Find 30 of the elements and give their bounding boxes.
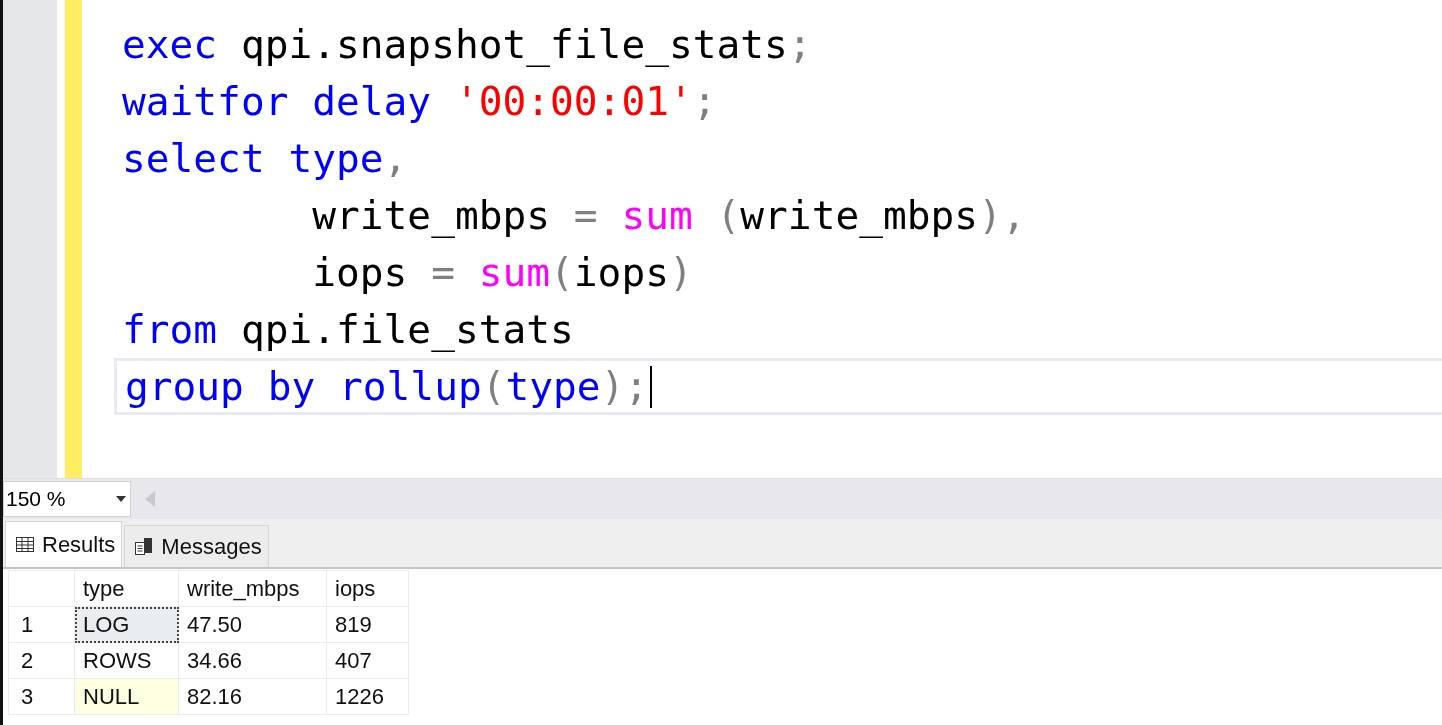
results-tab[interactable]: Results <box>5 521 123 567</box>
column-header[interactable]: write_mbps <box>178 570 327 607</box>
table-cell: 819 <box>326 606 409 643</box>
messages-tab[interactable]: Messages <box>124 525 269 567</box>
document-icon <box>135 538 154 555</box>
table-cell: LOG <box>74 606 179 643</box>
table-cell: ROWS <box>74 642 179 679</box>
table-cell: 47.50 <box>178 606 327 643</box>
grid-icon <box>16 537 34 552</box>
code-line: waitfor delay '00:00:01'; <box>122 77 717 126</box>
code-line: iops = sum(iops) <box>311 248 693 297</box>
code-line: write_mbps = sum (write_mbps), <box>311 191 1026 240</box>
table-cell: 407 <box>326 642 409 679</box>
dropdown-caret-icon <box>116 496 126 502</box>
row-number[interactable]: 3 <box>8 678 75 715</box>
table-cell: 82.16 <box>178 678 327 715</box>
row-number[interactable]: 2 <box>8 642 75 679</box>
code-line: exec qpi.snapshot_file_stats; <box>122 20 812 69</box>
code-line: from qpi.file_stats <box>122 305 574 354</box>
code-line: group by rollup(type); <box>125 362 649 411</box>
table-cell: NULL <box>74 678 179 715</box>
text-cursor <box>650 365 653 408</box>
table-cell: 34.66 <box>178 642 327 679</box>
column-header[interactable]: type <box>74 570 179 607</box>
code-line: select type, <box>122 134 408 183</box>
table-cell: 1226 <box>326 678 409 715</box>
zoom-dropdown[interactable]: 150 % <box>3 481 131 517</box>
column-header[interactable]: iops <box>326 570 409 607</box>
scroll-left-icon[interactable] <box>145 491 155 507</box>
row-number[interactable]: 1 <box>8 606 75 643</box>
